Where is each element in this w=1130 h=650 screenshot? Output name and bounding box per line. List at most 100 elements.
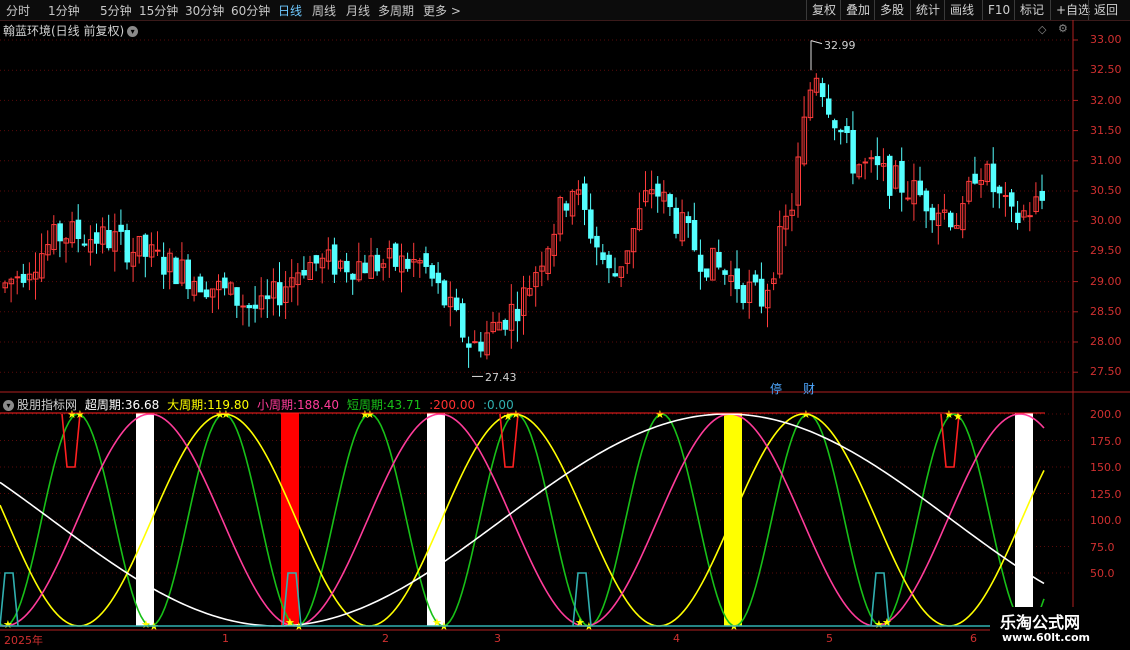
candle-body [453, 297, 460, 311]
legend-small-value: 188.40 [297, 398, 339, 412]
x-tick-month: 1 [222, 632, 229, 645]
candle-body [734, 268, 740, 290]
big-cycle-line [0, 413, 1045, 627]
candle-body [197, 276, 204, 293]
y-tick-indicator: 75.0 [1090, 541, 1115, 554]
chevron-down-icon[interactable]: ▾ [127, 26, 139, 37]
candle-body [112, 231, 118, 252]
candle-body [722, 270, 728, 275]
y-tick-main: 31.00 [1090, 154, 1122, 167]
candle-body [643, 190, 649, 203]
period-30min[interactable]: 30分钟 [185, 2, 224, 19]
signal-bar [1015, 413, 1033, 626]
candle-body [569, 190, 576, 217]
period-1min[interactable]: 1分钟 [48, 2, 80, 19]
back-button[interactable]: 返回 [1088, 0, 1123, 20]
candle-body [447, 296, 454, 308]
signal-bar [281, 413, 299, 626]
star-marker: ★ [801, 408, 811, 421]
candle-body [39, 253, 45, 279]
candle-body [618, 266, 625, 278]
candle-body [478, 341, 484, 352]
candle-body [179, 259, 185, 284]
period-5min[interactable]: 5分钟 [100, 2, 132, 19]
candle-body [331, 244, 338, 275]
suspension-badge[interactable]: 停 [770, 380, 782, 397]
period-fenshi[interactable]: 分时 [6, 2, 30, 19]
star-marker: ★ [3, 618, 13, 631]
candle-body [33, 271, 39, 280]
candle-body [563, 203, 570, 211]
candle-body [813, 77, 820, 93]
candle-body [399, 255, 405, 273]
multi-stock-button[interactable]: 多股 [874, 0, 909, 20]
period-15min[interactable]: 15分钟 [139, 2, 178, 19]
bottom-pulse [282, 572, 302, 627]
candle-body [783, 215, 789, 230]
candle-body [472, 341, 478, 344]
high-arrow [810, 40, 823, 45]
period-multi[interactable]: 多周期 [378, 2, 414, 19]
candle-body [264, 295, 271, 300]
candle-body [63, 238, 69, 244]
x-tick-month: 3 [494, 632, 501, 645]
settings-icon[interactable]: ⚙ [1058, 22, 1068, 35]
small-cycle-line [0, 413, 1045, 627]
candle-body [411, 259, 417, 263]
candle-body [533, 272, 539, 288]
star-marker: ★ [953, 410, 963, 423]
star-marker: ★ [294, 620, 304, 633]
candle-body [685, 216, 692, 224]
candle-body [612, 273, 618, 277]
site-logo: 乐淘公式网 www.60lt.com [990, 607, 1130, 650]
x-tick-month: 6 [970, 632, 977, 645]
legend-big-label: 大周期: [167, 398, 208, 412]
candle-body [209, 288, 216, 298]
candle-body [380, 263, 387, 268]
period-daily[interactable]: 日线 [278, 2, 302, 19]
period-weekly[interactable]: 周线 [312, 2, 336, 19]
low-price-label: 27.43 [485, 371, 517, 384]
f10-button[interactable]: F10 [982, 0, 1015, 20]
star-marker: ★ [575, 616, 585, 629]
candle-body [527, 288, 533, 296]
candle-body [283, 286, 289, 303]
candle-body [20, 273, 27, 283]
candle-body [142, 234, 149, 257]
legend-big-value: 119.80 [207, 398, 250, 412]
candle-body [862, 161, 869, 164]
candle-body [807, 89, 814, 119]
candle-body [667, 194, 673, 208]
diamond-icon[interactable]: ◇ [1038, 23, 1046, 36]
candle-body [319, 257, 326, 269]
candle-body [325, 249, 332, 262]
candle-body [94, 232, 100, 244]
statistics-button[interactable]: 统计 [910, 0, 945, 20]
candle-body [45, 244, 51, 256]
star-marker: ★ [874, 618, 884, 631]
period-more[interactable]: 更多 > [423, 2, 461, 19]
star-marker: ★ [432, 616, 442, 629]
restore-rights-button[interactable]: 复权 [806, 0, 841, 20]
mark-button[interactable]: 标记 [1014, 0, 1049, 20]
candle-body [234, 287, 240, 306]
candle-body [606, 254, 612, 269]
candle-body [270, 281, 277, 299]
x-tick-year: 2025年 [4, 634, 43, 647]
candle-body [911, 180, 917, 205]
draw-line-button[interactable]: 画线 [944, 0, 979, 20]
star-marker: ★ [439, 620, 449, 633]
period-60min[interactable]: 60分钟 [231, 2, 270, 19]
candle-body [996, 186, 1003, 194]
candle-body [899, 160, 905, 193]
candle-body [661, 191, 667, 202]
candle-body [740, 285, 747, 304]
candle-body [630, 227, 637, 253]
candle-body [697, 254, 704, 272]
logo-url: www.60lt.com [1002, 631, 1091, 644]
candle-body [350, 273, 356, 280]
finance-badge[interactable]: 财 [803, 380, 815, 397]
period-monthly[interactable]: 月线 [346, 2, 370, 19]
overlay-button[interactable]: 叠加 [840, 0, 875, 20]
chevron-down-icon[interactable]: ▾ [3, 400, 14, 411]
